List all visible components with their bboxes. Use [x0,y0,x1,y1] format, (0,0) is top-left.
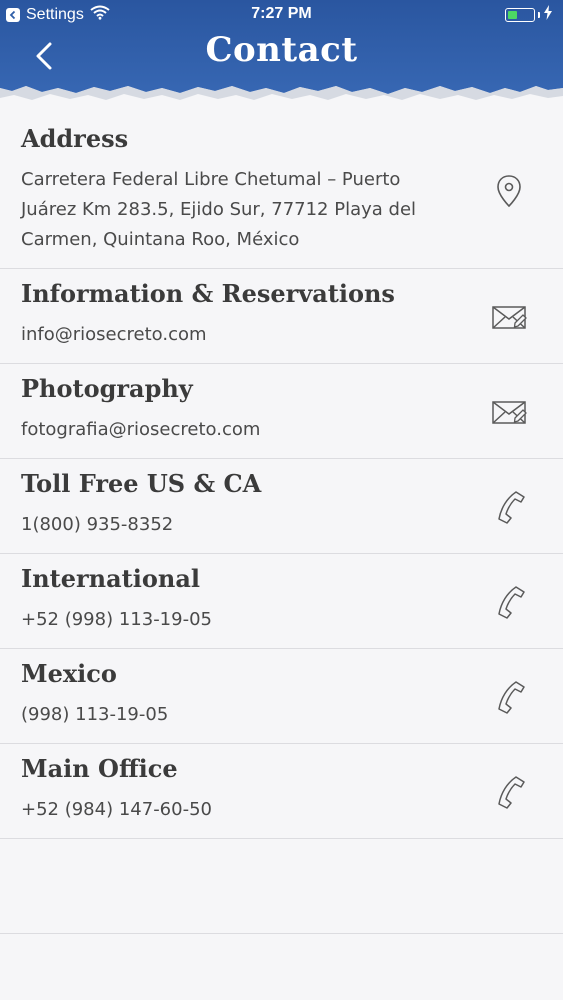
row-value: fotografia@riosecreto.com [21,419,261,440]
phone-icon [498,491,525,524]
contact-row-mexico[interactable]: Mexico (998) 113-19-05 [0,649,563,744]
contact-row-toll-free[interactable]: Toll Free US & CA 1(800) 935-8352 [0,459,563,554]
row-title: Mexico [21,659,117,688]
battery-icon [505,8,535,22]
contact-row-main-office[interactable]: Main Office +52 (984) 147-60-50 [0,744,563,839]
envelope-icon [492,306,527,329]
contact-row-international[interactable]: International +52 (998) 113-19-05 [0,554,563,649]
status-bar: Settings 7:27 PM [0,0,563,30]
phone-icon [498,586,525,619]
row-title: Photography [21,374,193,403]
row-title: Address [21,124,129,153]
contact-row-photography[interactable]: Photography fotografia@riosecreto.com [0,364,563,459]
battery-indicator [505,5,553,25]
row-value: +52 (984) 147-60-50 [21,799,212,820]
phone-icon [498,776,525,809]
phone-icon [498,681,525,714]
row-title: International [21,564,201,593]
row-value: (998) 113-19-05 [21,704,169,725]
divider [0,933,563,934]
page-title: Contact [205,30,358,70]
envelope-icon [492,401,527,424]
contact-row-information-reservations[interactable]: Information & Reservations info@riosecre… [0,269,563,364]
location-pin-icon [497,175,521,208]
row-value: +52 (998) 113-19-05 [21,609,212,630]
row-value: 1(800) 935-8352 [21,514,174,535]
status-time: 7:27 PM [251,5,312,22]
row-title: Main Office [21,754,178,783]
row-title: Toll Free US & CA [21,469,262,498]
charging-bolt-icon [543,5,553,25]
navigation-header: Settings 7:27 PM Contact [0,0,563,104]
contact-list: Address Carretera Federal Libre Chetumal… [0,104,563,839]
row-title: Information & Reservations [21,279,395,308]
row-value: Carretera Federal Libre Chetumal – Puert… [21,169,417,250]
row-value: info@riosecreto.com [21,324,207,345]
contact-row-address[interactable]: Address Carretera Federal Libre Chetumal… [0,104,563,269]
